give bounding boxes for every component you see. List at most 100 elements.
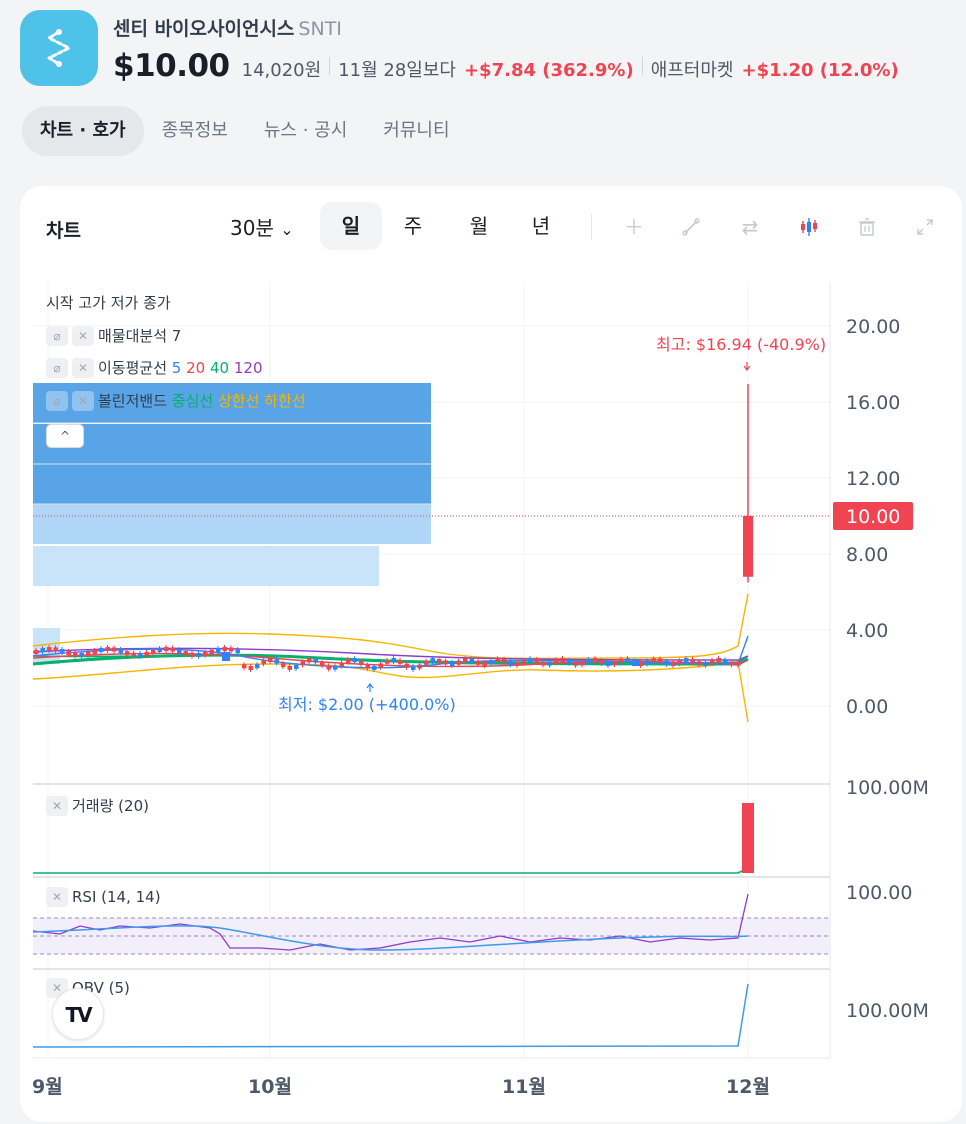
candle-body [664, 660, 669, 665]
bb-mid: 중심선 [171, 392, 214, 410]
eye-off-icon[interactable]: ⌀ [46, 357, 68, 378]
candle-body [385, 659, 390, 664]
stock-logo [20, 10, 98, 86]
candle-body [684, 658, 689, 663]
current-price-label: 10.00 [846, 506, 900, 528]
close-icon[interactable]: ✕ [72, 357, 94, 378]
candle-body [131, 652, 136, 657]
volume-profile-param: 7 [171, 326, 182, 345]
high-annotation: 최고: $16.94 (-40.9%) [656, 335, 826, 354]
candle-body [703, 661, 708, 666]
price-axis-tick: 0.00 [846, 696, 888, 718]
candle-body [645, 660, 650, 665]
candle-body [359, 660, 364, 665]
candle-body [183, 651, 188, 656]
candle-body [248, 665, 253, 670]
candle-body [287, 665, 292, 670]
obv-axis-tick: 100.00M [846, 1000, 929, 1022]
candle-body [281, 663, 286, 668]
low-annotation: 최저: $2.00 (+400.0%) [278, 695, 456, 714]
time-axis-tick: 10월 [248, 1076, 292, 1098]
candle-body [138, 652, 143, 657]
candle-body [118, 649, 123, 654]
close-icon[interactable]: ✕ [46, 887, 68, 907]
eye-off-icon[interactable]: ⌀ [46, 325, 68, 346]
candle-body [92, 649, 97, 654]
candle-body [508, 661, 513, 666]
candle-body [209, 649, 214, 654]
price-change: +$7.84 (362.9%) [463, 60, 634, 81]
divider [329, 57, 331, 75]
candle-body [66, 651, 71, 656]
volume-profile-bar [33, 464, 431, 504]
candle-body [469, 658, 474, 663]
low-arrow-icon [366, 683, 374, 692]
legend-volume: ✕ 거래량 (20) [46, 795, 149, 816]
candle-body [73, 652, 78, 657]
candle-body [398, 659, 403, 664]
price-krw: 14,020원 [241, 60, 322, 81]
close-icon[interactable]: ✕ [46, 795, 68, 816]
candle-body [294, 664, 299, 669]
candle-body [411, 665, 416, 670]
candle-body [710, 659, 715, 664]
candle-body [651, 658, 656, 663]
ma-period-20: 20 [186, 358, 206, 377]
candle-body [417, 664, 422, 669]
candle-body [60, 648, 65, 653]
close-icon[interactable]: ✕ [72, 325, 94, 346]
legend-bollinger: ⌀ ✕ 볼린저밴드 중심선 상한선 하한선 [46, 390, 306, 411]
candle-body [99, 648, 104, 653]
after-market-label: 애프터마켓 [650, 60, 734, 81]
candle-body [346, 658, 351, 663]
price-axis-tick: 12.00 [846, 468, 900, 490]
candle-body [274, 659, 279, 664]
candle-body [593, 658, 598, 663]
candle-body [34, 650, 39, 654]
candle-body [79, 652, 84, 657]
volume-profile-bar [33, 424, 431, 464]
candle-body [144, 651, 149, 656]
tab-news[interactable]: 뉴스 · 공시 [246, 106, 365, 156]
candle-body [86, 651, 91, 656]
rsi-label: RSI (14, 14) [72, 888, 161, 906]
candle-body [489, 660, 494, 665]
candle-body [40, 648, 45, 653]
current-price: $10.00 [113, 48, 230, 84]
candle-body [515, 661, 520, 666]
tab-community[interactable]: 커뮤니티 [365, 106, 467, 156]
candle-body [222, 652, 230, 661]
candle-body [612, 661, 617, 666]
candle-body [430, 658, 435, 663]
candle-body [177, 649, 182, 654]
close-icon[interactable]: ✕ [72, 390, 94, 411]
after-market-change: +$1.20 (12.0%) [741, 60, 899, 81]
candle-body [53, 647, 58, 652]
candle-body [372, 665, 377, 670]
candle-body [541, 661, 546, 666]
candle-body [313, 658, 318, 663]
candle-body [268, 658, 273, 663]
collapse-legend-button[interactable]: ^ [46, 424, 84, 448]
candle-body [443, 660, 448, 665]
candle-body [391, 658, 396, 663]
volume-profile-label: 매물대분석 [98, 327, 168, 345]
candle-body [242, 664, 247, 669]
time-axis-tick: 12월 [726, 1076, 770, 1098]
candle-body [47, 647, 52, 652]
candle-body [112, 647, 117, 652]
tab-stock-info[interactable]: 종목정보 [144, 106, 246, 156]
candle-body [170, 647, 175, 652]
candle-body [320, 662, 325, 667]
eye-off-icon[interactable]: ⌀ [46, 390, 68, 411]
candle-body [463, 658, 468, 663]
volume-profile-bar [33, 546, 379, 586]
candle-body [521, 659, 526, 664]
legend-rsi: ✕ RSI (14, 14) [46, 887, 161, 907]
tradingview-logo-icon[interactable]: TV [52, 988, 104, 1040]
candle-body [255, 664, 260, 669]
candle-body [216, 647, 221, 652]
candle-body [625, 658, 630, 663]
candle-body [235, 649, 240, 654]
tab-chart[interactable]: 차트 · 호가 [22, 106, 144, 156]
